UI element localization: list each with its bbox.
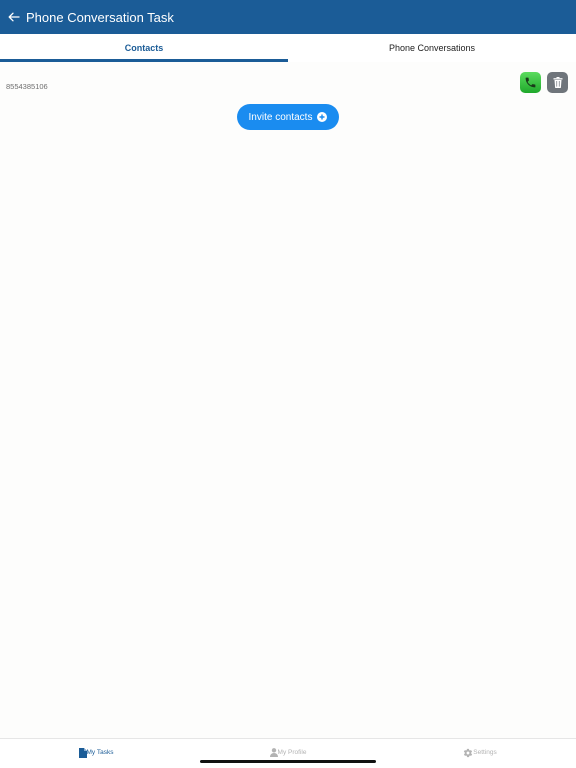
delete-contact-button[interactable] [547, 72, 568, 93]
contact-phone-number: 8554385106 [6, 82, 48, 91]
nav-my-profile-label: My Profile [277, 749, 307, 756]
contact-row: 8554385106 [0, 68, 576, 98]
invite-contacts-label: Invite contacts [248, 111, 313, 123]
active-tab-indicator [0, 59, 288, 62]
page-title: Phone Conversation Task [26, 9, 174, 25]
trash-icon [553, 77, 562, 88]
app-screen: Phone Conversation Task Contacts Phone C… [0, 0, 576, 768]
back-button[interactable] [3, 6, 25, 28]
plus-circle-icon [317, 112, 328, 122]
nav-settings[interactable]: Settings [384, 739, 576, 768]
call-contact-button[interactable] [520, 72, 541, 93]
tab-phone-conversations[interactable]: Phone Conversations [288, 34, 576, 62]
tab-bar: Contacts Phone Conversations [0, 34, 576, 62]
tab-contacts[interactable]: Contacts [0, 34, 288, 62]
nav-my-tasks-label: My Tasks [86, 749, 114, 756]
bottom-navigation: My Tasks My Profile Settings [0, 738, 576, 768]
nav-settings-label: Settings [473, 749, 497, 756]
nav-my-profile[interactable]: My Profile [192, 739, 384, 768]
user-icon [269, 748, 278, 757]
nav-my-tasks[interactable]: My Tasks [0, 739, 192, 768]
document-icon [78, 747, 87, 758]
gear-icon [464, 748, 473, 757]
invite-contacts-button[interactable]: Invite contacts [237, 104, 339, 130]
home-indicator [200, 760, 376, 763]
arrow-left-icon [8, 12, 20, 22]
top-app-bar: Phone Conversation Task [0, 0, 576, 34]
tab-phone-conversations-label: Phone Conversations [388, 43, 476, 53]
phone-icon [525, 77, 536, 88]
tab-contacts-label: Contacts [124, 43, 164, 53]
